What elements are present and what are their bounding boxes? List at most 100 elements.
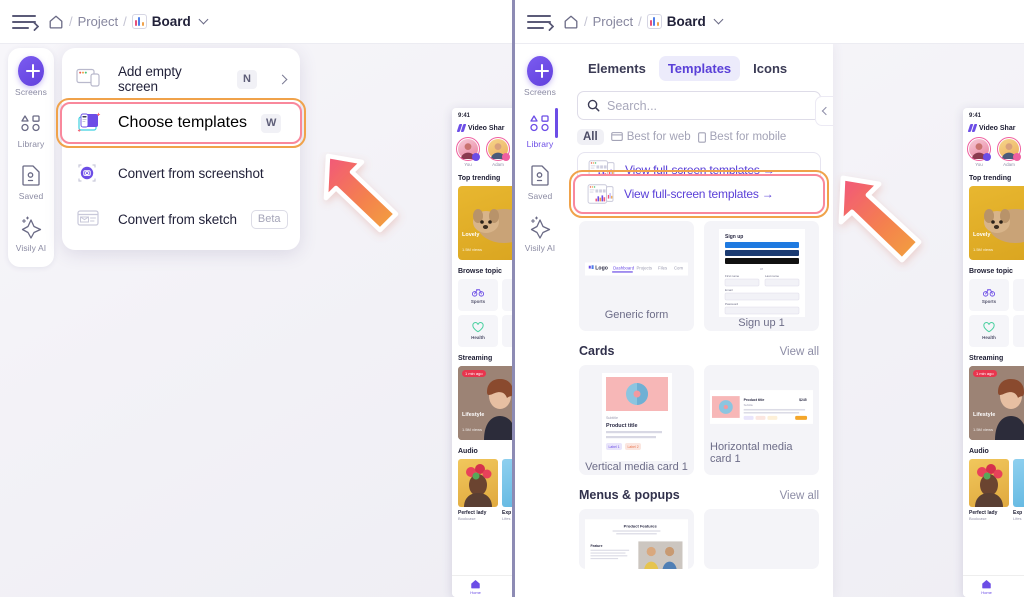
plus-circle-icon-right bbox=[527, 58, 553, 84]
rail-item-saved-right[interactable]: Saved bbox=[517, 162, 563, 201]
phone-mockup-right[interactable]: 9:41 Video Shar You bbox=[963, 108, 1024, 597]
chevron-right-icon[interactable] bbox=[278, 74, 288, 84]
rail-item-library-right[interactable]: Library bbox=[517, 110, 563, 149]
home-icon-nav-right bbox=[981, 579, 992, 589]
streaming-live-badge-right: 1 min ago bbox=[973, 370, 997, 377]
sketch-icon bbox=[76, 207, 104, 231]
avatar-adam-right[interactable]: Adam bbox=[999, 139, 1019, 167]
avatar-you-right[interactable]: You bbox=[969, 139, 989, 167]
chevron-down-icon-right[interactable] bbox=[713, 15, 723, 25]
topic-sports-right[interactable]: Sports bbox=[969, 279, 1009, 311]
avatar-adam[interactable]: Adam bbox=[488, 139, 508, 167]
svg-text:Label 2: Label 2 bbox=[627, 445, 638, 449]
topic-label-health: Health bbox=[471, 335, 485, 340]
view-all-cards[interactable]: View all bbox=[780, 346, 819, 358]
chevron-down-icon[interactable] bbox=[198, 15, 208, 25]
phone-streaming-card-right[interactable]: 1 min ago Lifestyle 1.5M views bbox=[969, 366, 1024, 440]
home-icon[interactable] bbox=[48, 14, 64, 29]
sign-up-thumb: Sign up or First name Last name Email Pa bbox=[710, 229, 813, 317]
audio-card-exp[interactable]: Exp Lifes bbox=[502, 459, 512, 521]
shapes-icon-right bbox=[527, 110, 553, 136]
topic-podcast[interactable]: Podc bbox=[502, 279, 512, 311]
breadcrumb-project[interactable]: Project bbox=[78, 14, 118, 29]
phone-hero-card[interactable]: Lovely 1.5M views bbox=[458, 186, 512, 260]
view-fullscreen-templates-banner-highlighted[interactable]: View full-screen templates → bbox=[577, 178, 821, 210]
svg-text:Password: Password bbox=[725, 302, 739, 306]
rail-item-screens[interactable]: Screens bbox=[8, 58, 54, 97]
template-card-empty[interactable] bbox=[704, 509, 819, 569]
streaming-caption: Lifestyle 1.5M views bbox=[462, 412, 484, 436]
template-card-sign-up-1[interactable]: Sign up or First name Last name Email Pa bbox=[704, 221, 819, 331]
breadcrumb-project-right[interactable]: Project bbox=[593, 14, 633, 29]
svg-text:Subtitle: Subtitle bbox=[606, 416, 618, 420]
svg-text:Feature: Feature bbox=[591, 544, 603, 548]
phone-section-top-trending-right: Top trending bbox=[969, 175, 1024, 182]
top-bar-right: / Project / Board bbox=[515, 0, 1024, 44]
audio-card-exp-right[interactable]: Exp Lifes bbox=[1013, 459, 1024, 521]
topic-health[interactable]: Health bbox=[458, 315, 498, 347]
shortcut-key-w-2: W bbox=[261, 114, 281, 133]
panel-collapse-button[interactable] bbox=[815, 96, 833, 126]
template-card-generic-form[interactable]: Logo Dashboard Projects Files Com Generi… bbox=[579, 221, 694, 331]
topic-podcast-right[interactable]: Podc bbox=[1013, 279, 1024, 311]
hamburger-collapse-icon-right[interactable] bbox=[527, 12, 553, 32]
rail-item-visily-ai-right[interactable]: Visily AI bbox=[517, 214, 563, 253]
breadcrumb-board[interactable]: Board bbox=[152, 14, 191, 29]
search-input[interactable]: Search... bbox=[577, 91, 821, 120]
nav-item-home-right[interactable]: Home bbox=[981, 579, 992, 595]
rail-item-screens-right[interactable]: Screens bbox=[517, 58, 563, 97]
home-icon-right[interactable] bbox=[563, 14, 579, 29]
view-all-menus-popups[interactable]: View all bbox=[780, 490, 819, 502]
streaming-badge-label: 1 min ago bbox=[465, 371, 483, 376]
menu-item-choose-templates-highlighted[interactable]: Choose templates W bbox=[62, 104, 300, 142]
menu-item-convert-from-screenshot[interactable]: Convert from screenshot bbox=[62, 150, 300, 196]
phone-streaming-card[interactable]: 1 min ago Lifestyle 1.5M views bbox=[458, 366, 512, 440]
bike-icon-right bbox=[983, 287, 995, 297]
phone-avatars-right: You Adam bbox=[969, 139, 1024, 167]
sparkle-icon bbox=[18, 214, 44, 240]
menu-label-choose-templates-2: Choose templates bbox=[118, 114, 247, 132]
nav-label-home: Home bbox=[470, 590, 481, 595]
streaming-badge-label-right: 1 min ago bbox=[976, 371, 994, 376]
templates-icon-highlighted bbox=[76, 111, 104, 135]
rail-item-saved[interactable]: Saved bbox=[8, 162, 54, 201]
breadcrumb-board-right[interactable]: Board bbox=[667, 14, 706, 29]
audio-card-perfect-lady-right[interactable]: Perfect lady Bookcase bbox=[969, 459, 1009, 521]
topic-sports[interactable]: Sports bbox=[458, 279, 498, 311]
template-name-horizontal-media: Horizontal media card 1 bbox=[710, 441, 813, 467]
phone-hero-card-right[interactable]: Lovely 1.5M views bbox=[969, 186, 1024, 260]
filter-chip-best-for-web[interactable]: Best for web bbox=[611, 131, 691, 143]
streaming-views: 1.5M views bbox=[462, 427, 482, 432]
phone-mockup-left[interactable]: 9:41 Video Shar You bbox=[452, 108, 512, 597]
sparkle-icon-right bbox=[527, 214, 553, 240]
filter-label-best-for-mobile: Best for mobile bbox=[710, 131, 787, 143]
bike-icon bbox=[472, 287, 484, 297]
breadcrumb: / Project / Board bbox=[48, 14, 207, 29]
streaming-title-right: Lifestyle bbox=[973, 412, 995, 418]
tab-icons[interactable]: Icons bbox=[744, 56, 796, 81]
topic-health-right[interactable]: Health bbox=[969, 315, 1009, 347]
nav-item-home[interactable]: Home bbox=[470, 579, 481, 595]
topic-wearable[interactable]: Wea bbox=[502, 315, 512, 347]
rail-item-library[interactable]: Library bbox=[8, 110, 54, 149]
audio-card-perfect-lady[interactable]: Perfect lady Bookcase bbox=[458, 459, 498, 521]
svg-text:Product title: Product title bbox=[606, 423, 637, 429]
template-card-product-features[interactable]: Product Features Feature bbox=[579, 509, 694, 569]
phone-status-time: 9:41 bbox=[458, 113, 512, 119]
tab-templates[interactable]: Templates bbox=[659, 56, 740, 81]
rail-item-visily-ai[interactable]: Visily AI bbox=[8, 214, 54, 253]
tab-elements[interactable]: Elements bbox=[579, 56, 655, 81]
template-card-vertical-media[interactable]: Subtitle Product title Label 1 Label 2 V… bbox=[579, 365, 694, 475]
filter-chip-best-for-mobile[interactable]: Best for mobile bbox=[698, 131, 787, 143]
search-placeholder: Search... bbox=[607, 99, 657, 113]
template-card-horizontal-media[interactable]: Product title $245 Subtitle Horizontal m… bbox=[704, 365, 819, 475]
left-variant-panel: / Project / Board Screens bbox=[0, 0, 512, 597]
menu-item-convert-from-sketch[interactable]: Convert from sketch Beta bbox=[62, 196, 300, 242]
template-name-sign-up-1: Sign up 1 bbox=[738, 317, 784, 331]
filter-chip-all[interactable]: All bbox=[577, 129, 604, 145]
menu-item-add-empty-screen[interactable]: Add empty screen N bbox=[62, 56, 300, 102]
topic-wearable-right[interactable]: Wea bbox=[1013, 315, 1024, 347]
streaming-title: Lifestyle bbox=[462, 412, 484, 418]
hamburger-collapse-icon[interactable] bbox=[12, 12, 38, 32]
avatar-you[interactable]: You bbox=[458, 139, 478, 167]
